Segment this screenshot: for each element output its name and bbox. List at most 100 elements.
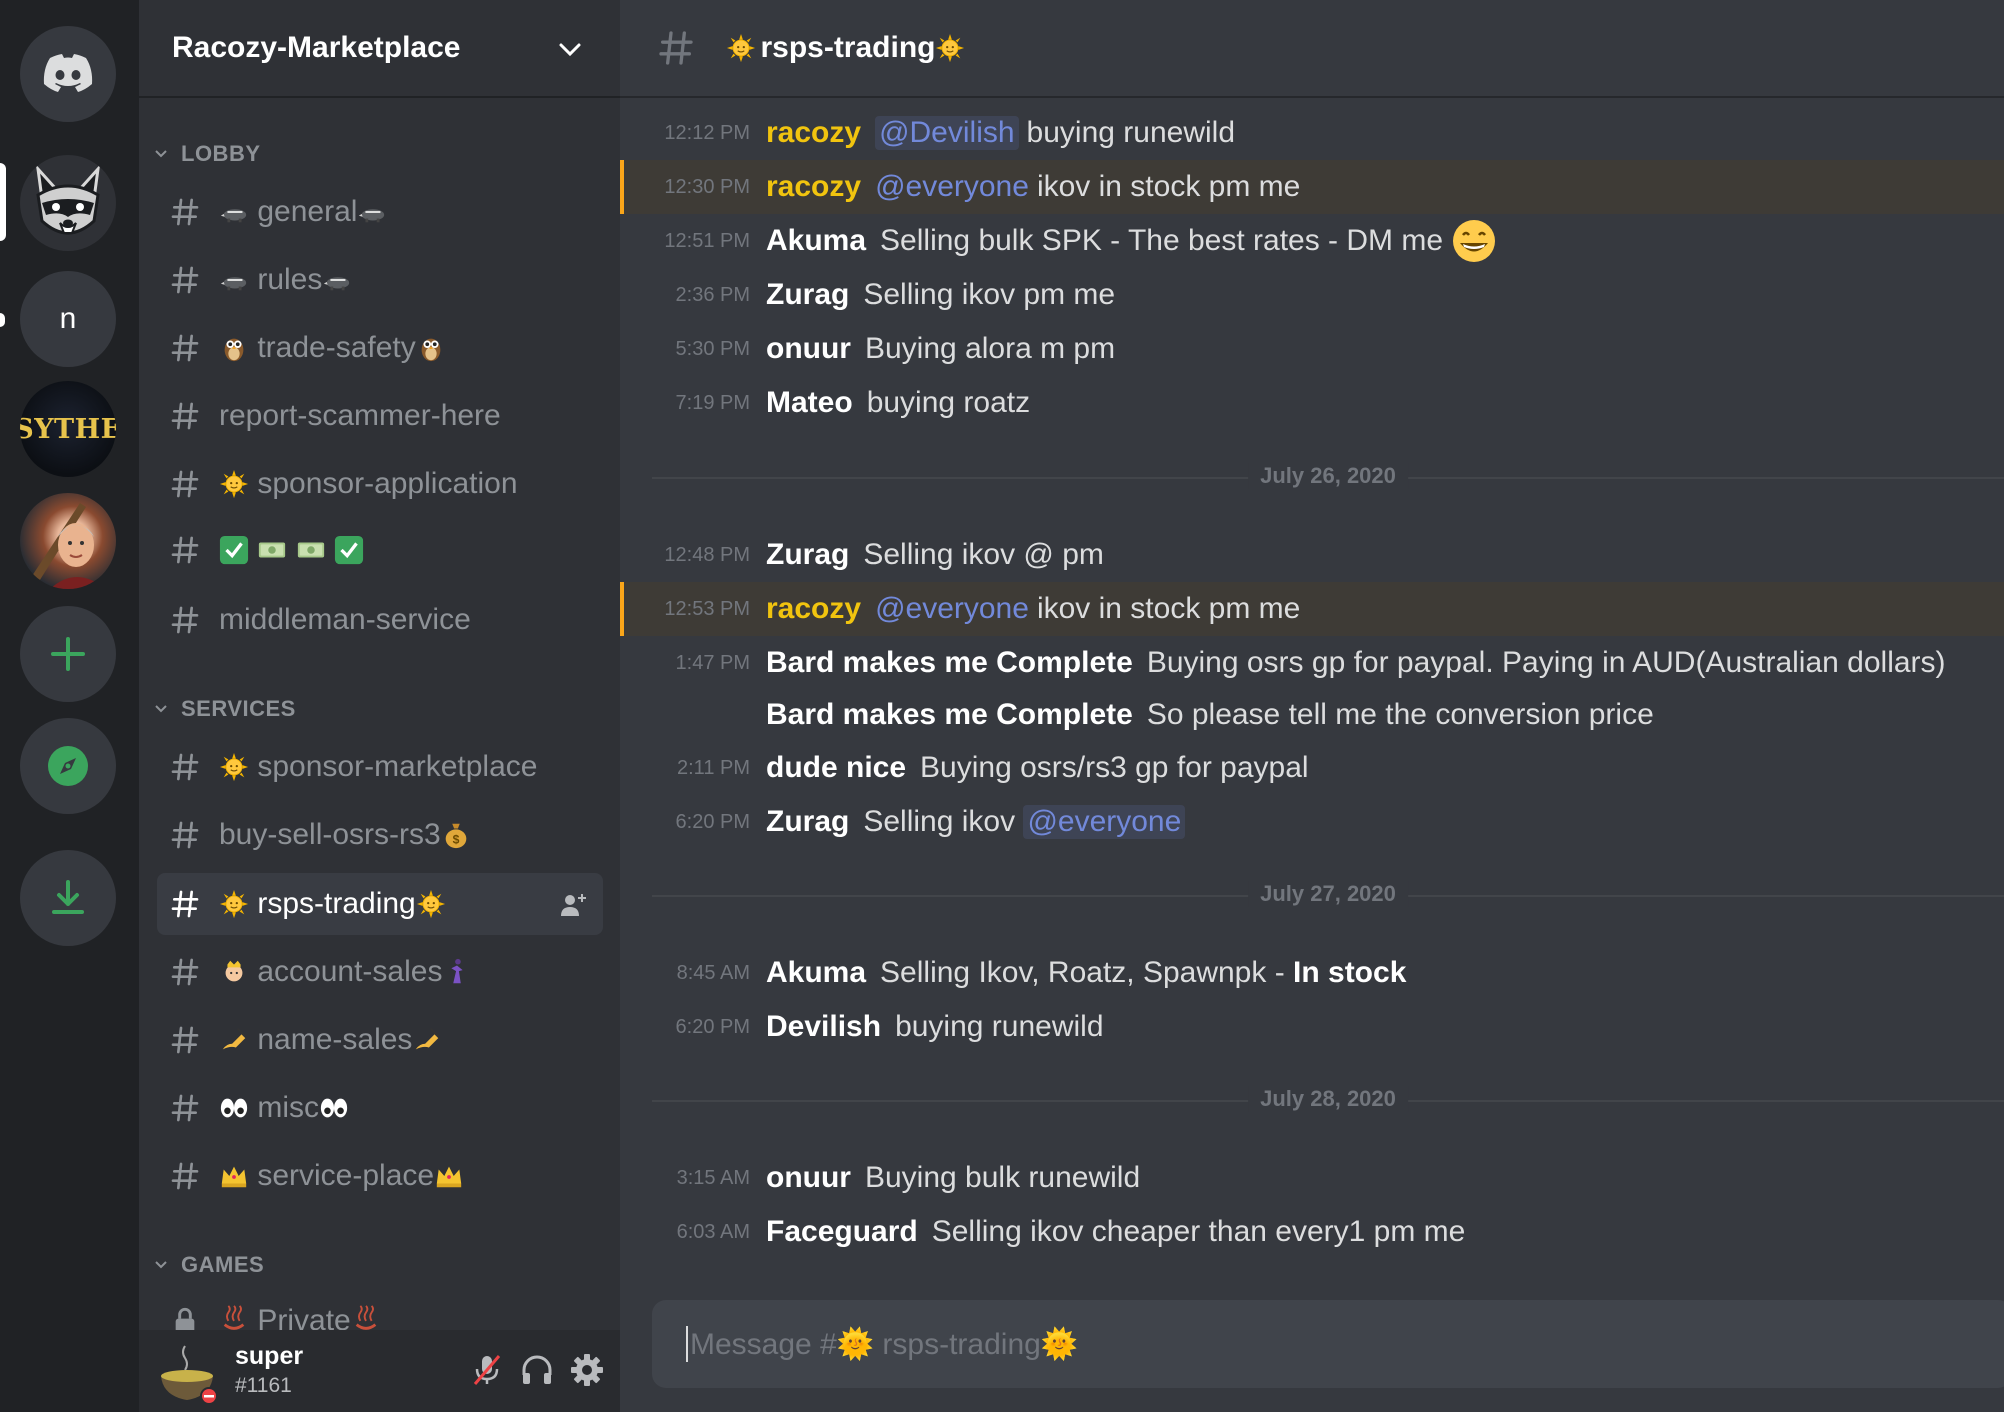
- channel-name: general: [257, 195, 358, 228]
- message-author[interactable]: onuur: [766, 332, 851, 366]
- timestamp: 2:36 PM: [675, 283, 750, 306]
- timestamp: 7:19 PM: [675, 391, 750, 414]
- message-author[interactable]: dude nice: [766, 751, 906, 785]
- channel-name: sponsor-marketplace: [257, 750, 538, 783]
- message[interactable]: 6:20 PM Zurag Selling ikov @everyone: [620, 795, 2004, 849]
- channel-rules[interactable]: rules: [157, 249, 603, 311]
- channel-general[interactable]: general: [157, 181, 603, 243]
- message[interactable]: 12:12 PM racozy @Devilish buying runewil…: [620, 106, 2004, 160]
- date-divider: July 26, 2020: [652, 463, 2004, 493]
- channel-account-sales[interactable]: account-sales: [157, 941, 603, 1003]
- sun-emoji: [416, 889, 446, 919]
- category-lobby[interactable]: LOBBY: [149, 139, 261, 169]
- message-author[interactable]: Akuma: [766, 956, 866, 990]
- message-author[interactable]: racozy: [766, 116, 861, 150]
- timestamp: 12:48 PM: [664, 543, 750, 566]
- message[interactable]: 12:48 PM Zurag Selling ikov @ pm: [620, 528, 2004, 582]
- message-text: Selling bulk SPK - The best rates - DM m…: [880, 224, 1444, 257]
- timestamp: 3:15 AM: [676, 1166, 750, 1189]
- message[interactable]: 6:03 AM Faceguard Selling ikov cheaper t…: [620, 1205, 2004, 1259]
- category-games[interactable]: GAMES: [149, 1250, 264, 1280]
- message[interactable]: 5:30 PM onuur Buying alora m pm: [620, 322, 2004, 376]
- server-racozy-marketplace[interactable]: [20, 155, 116, 251]
- deafen-button[interactable]: [515, 1348, 559, 1392]
- timestamp: 6:03 AM: [676, 1220, 750, 1243]
- channel-misc[interactable]: misc: [157, 1077, 603, 1139]
- everyone-mention[interactable]: @everyone: [875, 170, 1029, 204]
- message[interactable]: Bard makes me Complete So please tell me…: [620, 688, 2004, 742]
- explore-servers-button[interactable]: [20, 718, 116, 814]
- message-author[interactable]: Mateo: [766, 386, 853, 420]
- message[interactable]: 1:47 PM Bard makes me Complete Buying os…: [620, 636, 2004, 690]
- everyone-mention[interactable]: @everyone: [875, 592, 1029, 626]
- message[interactable]: 6:20 PM Devilish buying runewild: [620, 1000, 2004, 1054]
- message-text: So please tell me the conversion price: [1146, 698, 1654, 731]
- hash-icon: [169, 956, 201, 988]
- channel-report-scammer-here[interactable]: report-scammer-here: [157, 385, 603, 447]
- message[interactable]: 12:51 PM Akuma Selling bulk SPK - The be…: [620, 214, 2004, 268]
- user-discriminator: #1161: [235, 1374, 292, 1397]
- message-author[interactable]: Zurag: [766, 278, 849, 312]
- message[interactable]: 7:19 PM Mateo buying roatz: [620, 376, 2004, 430]
- message-author[interactable]: Bard makes me Complete: [766, 698, 1133, 732]
- channel-buy-sell-osrs-rs3[interactable]: buy-sell-osrs-rs3: [157, 804, 603, 866]
- channel-private[interactable]: Private: [157, 1292, 603, 1330]
- create-invite-icon[interactable]: [559, 891, 587, 919]
- add-server-button[interactable]: [20, 606, 116, 702]
- user-panel: super #1161: [139, 1330, 620, 1412]
- message[interactable]: 3:15 AM onuur Buying bulk runewild: [620, 1151, 2004, 1205]
- server-header[interactable]: Racozy-Marketplace: [139, 0, 620, 98]
- channel-middleman-service[interactable]: middleman-service: [157, 589, 603, 651]
- message-mentioned[interactable]: 12:30 PM racozy @everyone ikov in stock …: [620, 160, 2004, 214]
- server-sythe[interactable]: SYTHE: [20, 381, 116, 477]
- server-initial: n: [59, 302, 77, 335]
- princess-emoji: [219, 957, 249, 987]
- chat-area: rsps-trading 12:12 PM racozy @Devilish b…: [620, 0, 2004, 1412]
- channel-rsps-trading[interactable]: rsps-trading: [157, 873, 603, 935]
- everyone-mention[interactable]: @everyone: [1023, 805, 1186, 839]
- timestamp: 2:11 PM: [677, 756, 750, 779]
- timestamp: 8:45 AM: [676, 961, 750, 984]
- message-input[interactable]: Message #🌞 rsps-trading🌞: [652, 1300, 2004, 1388]
- channel-sponsor-application[interactable]: sponsor-application: [157, 453, 603, 515]
- message-author[interactable]: Zurag: [766, 805, 849, 839]
- message-author[interactable]: racozy: [766, 170, 861, 204]
- message-mentioned[interactable]: 12:53 PM racozy @everyone ikov in stock …: [620, 582, 2004, 636]
- server-photo-avatar[interactable]: [20, 493, 116, 589]
- message-author[interactable]: Faceguard: [766, 1215, 918, 1249]
- hash-icon: [169, 751, 201, 783]
- category-services[interactable]: SERVICES: [149, 694, 296, 724]
- discord-logo-icon: [43, 54, 93, 92]
- channel-name: misc: [257, 1091, 319, 1124]
- message-author[interactable]: racozy: [766, 592, 861, 626]
- sun-emoji: [219, 752, 249, 782]
- channel-service-place[interactable]: service-place: [157, 1145, 603, 1207]
- owl-emoji: [219, 333, 249, 363]
- channel-name-sales[interactable]: name-sales: [157, 1009, 603, 1071]
- channel-trade-safety[interactable]: trade-safety: [157, 317, 603, 379]
- dancer-emoji: [442, 957, 472, 987]
- user-settings-button[interactable]: [565, 1348, 609, 1392]
- message[interactable]: 2:36 PM Zurag Selling ikov pm me: [620, 268, 2004, 322]
- channel-name: trade-safety: [257, 331, 416, 364]
- message-author[interactable]: Devilish: [766, 1010, 881, 1044]
- download-apps-button[interactable]: [20, 850, 116, 946]
- server-n[interactable]: n: [20, 271, 116, 367]
- message-author[interactable]: Zurag: [766, 538, 849, 572]
- owl-emoji: [416, 333, 446, 363]
- message-author[interactable]: Bard makes me Complete: [766, 646, 1133, 680]
- channel-sponsor-marketplace[interactable]: sponsor-marketplace: [157, 736, 603, 798]
- message[interactable]: 2:11 PM dude nice Buying osrs/rs3 gp for…: [620, 741, 2004, 795]
- channel-check-cash[interactable]: [157, 519, 603, 581]
- message-author[interactable]: Akuma: [766, 224, 866, 258]
- message-author[interactable]: onuur: [766, 1161, 851, 1195]
- message[interactable]: 8:45 AM Akuma Selling Ikov, Roatz, Spawn…: [620, 946, 2004, 1000]
- discord-home-button[interactable]: [20, 26, 116, 122]
- mute-button[interactable]: [465, 1348, 509, 1392]
- timestamp: 1:47 PM: [675, 651, 750, 674]
- date-divider: July 28, 2020: [652, 1086, 2004, 1116]
- avatar[interactable]: [155, 1340, 219, 1404]
- message-text: buying roatz: [866, 386, 1031, 419]
- channel-name: report-scammer-here: [219, 399, 501, 432]
- user-mention[interactable]: @Devilish: [875, 116, 1019, 150]
